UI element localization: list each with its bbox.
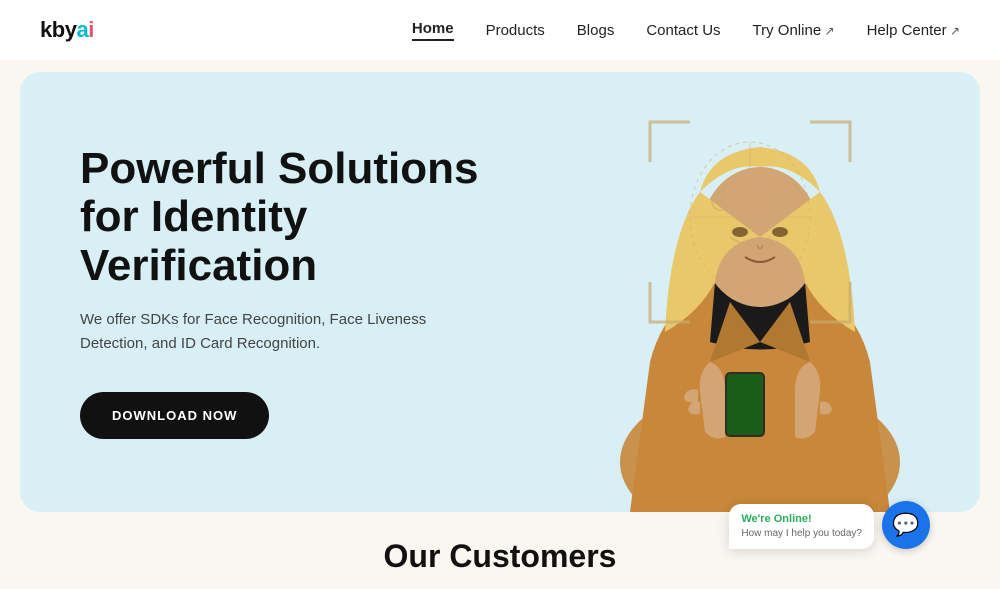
face-recognition-overlay: [640, 112, 860, 332]
chat-open-button[interactable]: 💬: [882, 501, 930, 549]
logo[interactable]: kbyai: [40, 17, 94, 43]
hero-content: Powerful Solutions for Identity Verifica…: [20, 145, 540, 439]
chat-help-text: How may I help you today?: [741, 527, 862, 541]
chat-icon: 💬: [892, 512, 919, 538]
header: kbyai Home Products Blogs Contact Us Try…: [0, 0, 1000, 60]
logo-k: k: [40, 17, 52, 42]
hero-subtitle: We offer SDKs for Face Recognition, Face…: [80, 308, 480, 356]
nav-products[interactable]: Products: [486, 22, 545, 39]
nav-home[interactable]: Home: [412, 20, 454, 41]
chat-online-label: We're Online!: [741, 512, 862, 527]
nav-help-center[interactable]: Help Center: [867, 22, 960, 39]
logo-y: y: [65, 17, 77, 42]
main-nav: Home Products Blogs Contact Us Try Onlin…: [412, 20, 960, 41]
nav-try-online[interactable]: Try Online: [753, 22, 835, 39]
hero-title: Powerful Solutions for Identity Verifica…: [80, 145, 480, 290]
logo-a: a: [76, 17, 88, 42]
chat-bubble: We're Online! How may I help you today?: [729, 504, 874, 549]
hero-section: Powerful Solutions for Identity Verifica…: [20, 72, 980, 512]
logo-b: b: [52, 17, 65, 42]
chat-widget: We're Online! How may I help you today? …: [729, 501, 930, 549]
nav-blogs[interactable]: Blogs: [577, 22, 615, 39]
download-now-button[interactable]: DOWNLOAD NOW: [80, 392, 269, 439]
logo-i: i: [88, 17, 94, 42]
nav-contact-us[interactable]: Contact Us: [646, 22, 720, 39]
